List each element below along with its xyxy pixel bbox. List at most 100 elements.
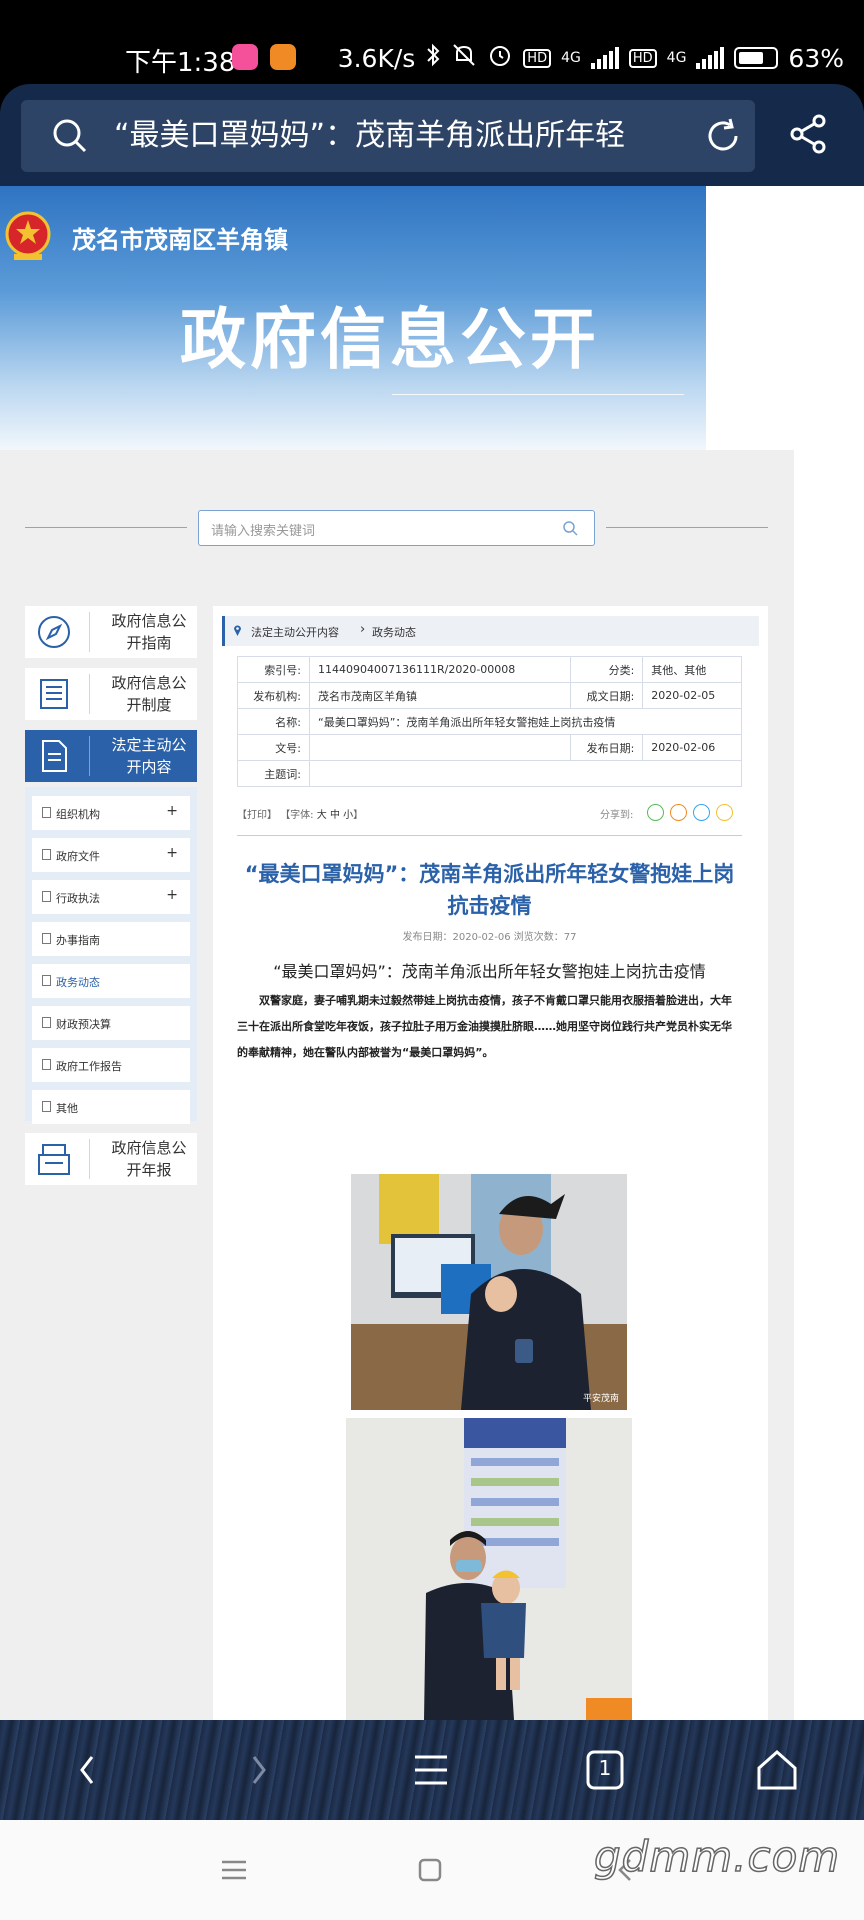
info-value: 2020-02-06: [642, 734, 742, 761]
article-title: “最美口罩妈妈”：茂南羊角派出所年轻女警抱娃上岗抗击疫情: [244, 862, 735, 918]
info-key: 分类:: [570, 656, 644, 683]
nav-guide[interactable]: 政府信息公开指南: [25, 606, 197, 658]
info-key: 文号:: [237, 734, 310, 761]
sub-nav-item-files[interactable]: 政府文件 +: [32, 838, 190, 872]
doc-icon: [42, 891, 51, 902]
wechat-share-icon[interactable]: [647, 804, 664, 821]
breadcrumb-level2[interactable]: 政务动态: [372, 624, 416, 640]
info-key: 名称:: [237, 708, 310, 735]
article-body: 双警家庭，妻子哺乳期未过毅然带娃上岗抗击疫情，孩子不肯戴口罩只能用衣服捂着脸进出…: [237, 994, 732, 1059]
recent-apps-icon[interactable]: [220, 1856, 248, 1884]
home-icon[interactable]: [752, 1745, 802, 1795]
alarm-icon: [487, 42, 513, 74]
article-tools: 【打印】 【字体: 大 中 小】: [237, 806, 363, 821]
info-value: [309, 760, 742, 787]
info-key: 发布机构:: [237, 682, 310, 709]
expand-icon[interactable]: +: [166, 887, 178, 903]
info-value: 2020-02-05: [642, 682, 742, 709]
network-2-label: 4G: [666, 50, 687, 66]
battery-icon: [734, 47, 779, 69]
sub-nav-item-other[interactable]: 其他: [32, 1090, 190, 1124]
doc-icon: [42, 1059, 51, 1070]
font-large-link[interactable]: 大: [317, 810, 327, 821]
url-text[interactable]: “最美口罩妈妈”：茂南羊角派出所年轻: [114, 116, 694, 156]
breadcrumb-level1[interactable]: 法定主动公开内容: [251, 624, 339, 640]
tab-count: 1: [598, 1756, 612, 1780]
nav-system-label: 政府信息公开制度: [111, 674, 187, 714]
uc-browser-notification-icon: [270, 44, 296, 70]
status-indicators: 3.6K/s HD 4G HD 4G 63%: [338, 42, 844, 74]
bluetooth-icon: [425, 43, 441, 73]
site-banner: 茂名市茂南区羊角镇 政府信息公开: [0, 186, 706, 450]
expand-icon[interactable]: +: [166, 803, 178, 819]
doc-icon: [42, 1101, 51, 1112]
article-lead: “最美口罩妈妈”：茂南羊角派出所年轻女警抱娃上岗抗击疫情: [273, 962, 706, 981]
article-photo-2[interactable]: [346, 1418, 632, 1720]
back-icon[interactable]: [62, 1745, 112, 1795]
article-photo-1[interactable]: 平安茂南: [351, 1174, 627, 1410]
search-divider-right: [606, 527, 768, 528]
info-value: 茂名市茂南区羊角镇: [308, 682, 572, 709]
site-watermark: gdmm.com: [593, 1831, 841, 1882]
print-link[interactable]: 【打印】: [237, 810, 277, 821]
doc-icon: [42, 975, 51, 986]
sub-nav-item-news[interactable]: 政务动态: [32, 964, 190, 998]
nav-active-content[interactable]: 法定主动公开内容: [25, 730, 197, 782]
sub-nav-item-budget[interactable]: 财政预决算: [32, 1006, 190, 1040]
share-label: 分享到:: [600, 810, 634, 821]
search-icon[interactable]: [50, 116, 90, 156]
banner-title: 政府信息公开: [180, 301, 600, 378]
sub-nav-item-org[interactable]: 组织机构 +: [32, 796, 190, 830]
sub-nav-item-enforcement[interactable]: 行政执法 +: [32, 880, 190, 914]
info-value: 其他、其他: [642, 656, 742, 683]
banner-town-name: 茂名市茂南区羊角镇: [72, 226, 288, 254]
article-panel: 法定主动公开内容 › 政务动态 索引号: 11440904007136111R/…: [213, 606, 768, 1720]
network-1-label: 4G: [561, 50, 581, 66]
reload-icon[interactable]: [702, 115, 744, 157]
sub-nav: 组织机构 + 政府文件 + 行政执法 + 办事指南 政务动态 财政预决算 政府工作报告…: [25, 787, 197, 1124]
app-notification-icon: [232, 44, 258, 70]
system-home-icon[interactable]: [416, 1856, 444, 1884]
doc-icon: [42, 933, 51, 944]
sub-nav-item-guide[interactable]: 办事指南: [32, 922, 190, 956]
info-value: 11440904007136111R/2020-00008: [308, 656, 572, 683]
nav-system[interactable]: 政府信息公开制度: [25, 668, 197, 720]
info-key: 发布日期:: [570, 734, 644, 761]
sub-nav-item-report[interactable]: 政府工作报告: [32, 1048, 190, 1082]
forward-icon[interactable]: [234, 1745, 284, 1795]
site-search-input[interactable]: 请输入搜索关键词: [198, 510, 595, 546]
photo-1-illustration: [351, 1174, 627, 1410]
hd-icon: HD: [523, 48, 552, 68]
weibo-share-icon[interactable]: [670, 804, 687, 821]
table-row: 索引号: 11440904007136111R/2020-00008 分类: 其…: [237, 656, 742, 683]
nav-annual-report[interactable]: 政府信息公开年报: [25, 1133, 197, 1185]
search-placeholder: 请输入搜索关键词: [211, 524, 316, 539]
qzone-share-icon[interactable]: [716, 804, 733, 821]
info-value: [308, 734, 572, 761]
web-page: 茂名市茂南区羊角镇 政府信息公开 请输入搜索关键词 政府信息公开指南 政府信息公…: [0, 186, 864, 1720]
doc-icon: [42, 1017, 51, 1028]
site-search-icon[interactable]: [562, 520, 578, 536]
report-icon: [38, 1144, 70, 1175]
menu-icon[interactable]: [406, 1745, 456, 1795]
font-medium-link[interactable]: 中: [330, 810, 340, 821]
photo-watermark: 平安茂南: [582, 1394, 619, 1404]
tabs-button[interactable]: 1: [580, 1745, 630, 1795]
font-small-link[interactable]: 小: [343, 810, 353, 821]
document-info-table: 索引号: 11440904007136111R/2020-00008 分类: 其…: [237, 656, 742, 787]
document-icon: [42, 740, 67, 772]
status-time: 下午1:38: [125, 48, 236, 78]
breadcrumb: 法定主动公开内容 › 政务动态: [222, 616, 759, 646]
expand-icon[interactable]: +: [166, 845, 178, 861]
national-emblem-icon: [4, 210, 52, 262]
table-row: 名称: “最美口罩妈妈”：茂南羊角派出所年轻女警抱娃上岗抗击疫情: [237, 708, 742, 735]
doc-icon: [42, 807, 51, 818]
search-divider-left: [25, 527, 187, 528]
breadcrumb-arrow-icon: ›: [360, 622, 366, 637]
nav-guide-label: 政府信息公开指南: [111, 612, 187, 652]
signal-2-icon: [696, 47, 725, 69]
location-pin-icon: [234, 625, 241, 636]
share-icon[interactable]: [786, 112, 830, 156]
qq-share-icon[interactable]: [693, 804, 710, 821]
photo-2-illustration: [346, 1418, 632, 1720]
